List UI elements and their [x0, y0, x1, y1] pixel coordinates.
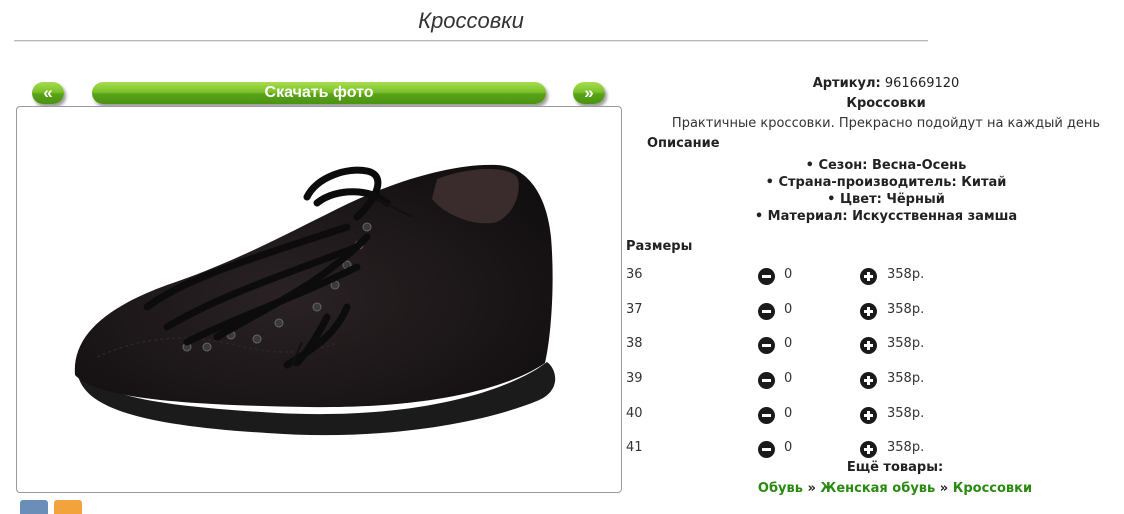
size-value: 36 — [626, 267, 643, 282]
description-heading: Описание — [647, 136, 720, 151]
article-label: Артикул: — [812, 76, 881, 91]
title-divider — [14, 40, 928, 42]
feature-item: Цвет: Чёрный — [628, 191, 1124, 208]
quantity-value: 0 — [784, 371, 793, 386]
price-value: 358р. — [887, 406, 925, 421]
breadcrumb-separator: » — [807, 481, 816, 496]
breadcrumb-separator: » — [939, 481, 949, 496]
product-photo[interactable] — [16, 106, 622, 493]
shoe-image — [74, 164, 556, 436]
price-value: 358р. — [887, 302, 925, 317]
minus-circle-icon[interactable] — [758, 268, 775, 285]
price-value: 358р. — [887, 336, 925, 351]
size-row: 40 0 358р. — [626, 406, 1026, 426]
size-value: 40 — [626, 406, 643, 421]
quantity-value: 0 — [784, 406, 793, 421]
size-row: 39 0 358р. — [626, 371, 1026, 391]
plus-circle-icon[interactable] — [860, 337, 877, 354]
next-photo-button[interactable]: » — [573, 82, 605, 104]
quantity-value: 0 — [784, 440, 793, 455]
size-row: 41 0 358р. — [626, 440, 1026, 460]
price-value: 358р. — [887, 371, 925, 386]
page-title: Кроссовки — [418, 8, 524, 33]
price-value: 358р. — [887, 440, 925, 455]
breadcrumb-link-sneakers[interactable]: Кроссовки — [953, 481, 1032, 496]
article-line: Артикул: 961669120 — [628, 76, 1124, 91]
category-breadcrumb: Обувь » Женская обувь » Кроссовки — [628, 481, 1124, 496]
breadcrumb-link-shoes[interactable]: Обувь — [758, 481, 803, 496]
minus-circle-icon[interactable] — [758, 303, 775, 320]
download-photo-button[interactable]: Скачать фото — [92, 82, 546, 104]
size-value: 38 — [626, 336, 643, 351]
size-row: 37 0 358р. — [626, 302, 1026, 322]
minus-circle-icon[interactable] — [758, 337, 775, 354]
size-value: 39 — [626, 371, 643, 386]
size-value: 37 — [626, 302, 643, 317]
sizes-heading: Размеры — [626, 239, 693, 254]
feature-item: Материал: Искусственная замша — [628, 208, 1124, 225]
plus-circle-icon[interactable] — [860, 268, 877, 285]
plus-circle-icon[interactable] — [860, 441, 877, 458]
minus-circle-icon[interactable] — [758, 407, 775, 424]
more-products-heading: Ещё товары: — [846, 460, 944, 475]
breadcrumb-link-womens-shoes[interactable]: Женская обувь — [820, 481, 935, 496]
plus-circle-icon[interactable] — [860, 407, 877, 424]
size-value: 41 — [626, 440, 643, 455]
plus-circle-icon[interactable] — [860, 303, 877, 320]
product-lead: Практичные кроссовки. Прекрасно подойдут… — [671, 116, 1101, 131]
minus-circle-icon[interactable] — [758, 441, 775, 458]
article-value: 961669120 — [884, 76, 960, 91]
size-row: 36 0 358р. — [626, 267, 1026, 287]
price-value: 358р. — [887, 267, 925, 282]
quantity-value: 0 — [784, 302, 793, 317]
quantity-value: 0 — [784, 267, 793, 282]
minus-circle-icon[interactable] — [758, 372, 775, 389]
size-row: 38 0 358р. — [626, 336, 1026, 356]
product-name: Кроссовки — [846, 96, 926, 111]
plus-circle-icon[interactable] — [860, 372, 877, 389]
feature-item: Страна-производитель: Китай — [628, 174, 1124, 191]
ok-share-icon[interactable] — [54, 500, 82, 514]
feature-list: Сезон: Весна-Осень Страна-производитель:… — [628, 157, 1124, 225]
vk-share-icon[interactable] — [20, 500, 48, 514]
prev-photo-button[interactable]: « — [32, 82, 64, 104]
quantity-value: 0 — [784, 336, 793, 351]
feature-item: Сезон: Весна-Осень — [628, 157, 1124, 174]
